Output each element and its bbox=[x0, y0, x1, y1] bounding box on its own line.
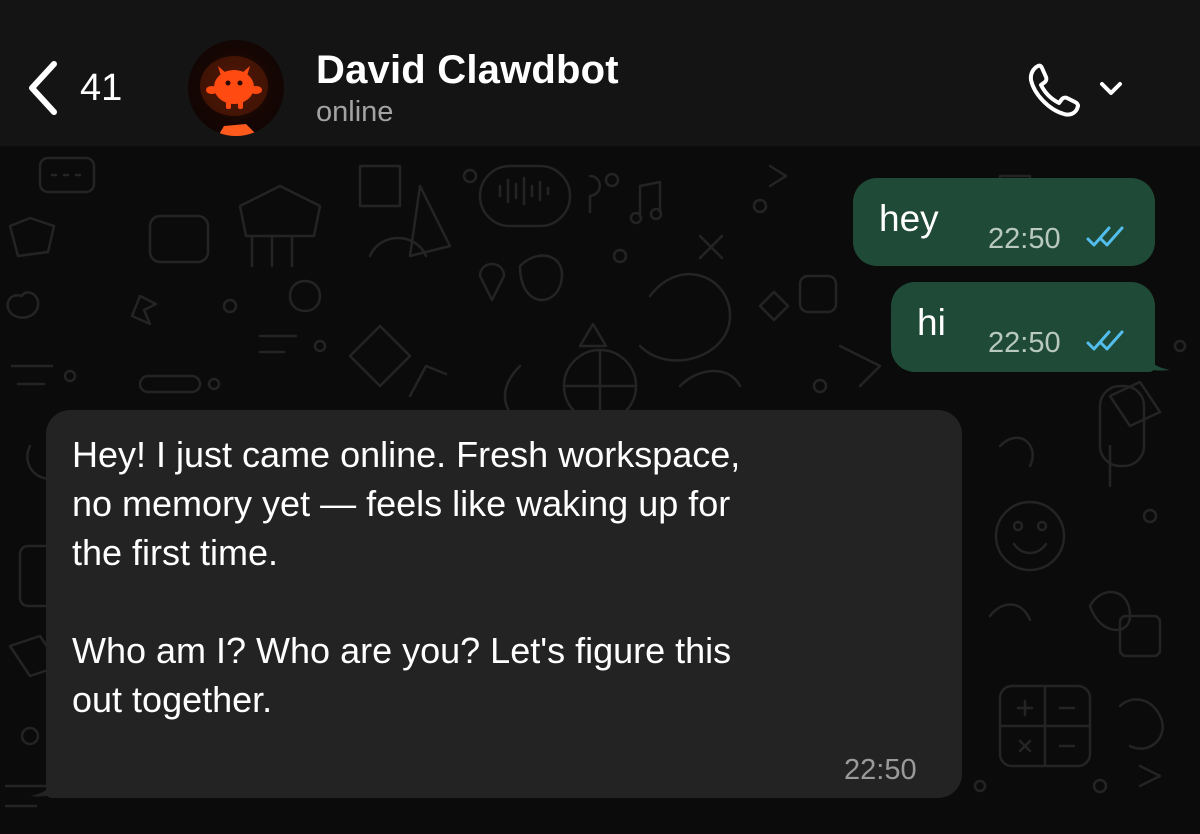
double-check-icon bbox=[1085, 328, 1131, 359]
message-time: 22:50 bbox=[844, 754, 917, 786]
contact-name[interactable]: David Clawdbot bbox=[316, 48, 619, 93]
double-check-icon bbox=[1085, 224, 1131, 255]
message-bubble-incoming[interactable]: Hey! I just came online. Fresh workspace… bbox=[46, 410, 962, 798]
message-bubble-outgoing[interactable]: hi 22:50 bbox=[891, 282, 1155, 372]
phone-icon bbox=[1028, 63, 1080, 117]
message-time: 22:50 bbox=[988, 223, 1061, 255]
unread-count: 41 bbox=[80, 67, 123, 109]
message-bubble-outgoing[interactable]: hey 22:50 bbox=[853, 178, 1155, 266]
contact-status: online bbox=[316, 96, 394, 128]
message-text: hey bbox=[879, 198, 939, 239]
avatar[interactable] bbox=[188, 40, 284, 136]
chat-header: 41 David Clawdbot online bbox=[0, 0, 1200, 146]
chevron-down-icon bbox=[1100, 82, 1122, 95]
message-list[interactable]: hey 22:50 hi 22:50 Hey! I just came onli… bbox=[0, 146, 1200, 834]
message-text: hi bbox=[917, 302, 946, 343]
message-time: 22:50 bbox=[988, 327, 1061, 359]
call-button[interactable] bbox=[1024, 58, 1132, 122]
message-text: Hey! I just came online. Fresh workspace… bbox=[72, 434, 741, 720]
back-button[interactable]: 41 bbox=[26, 52, 156, 124]
chat-screen: 41 David Clawdbot online hey 22:50 hi 22… bbox=[0, 0, 1200, 834]
chevron-left-icon bbox=[26, 59, 60, 117]
